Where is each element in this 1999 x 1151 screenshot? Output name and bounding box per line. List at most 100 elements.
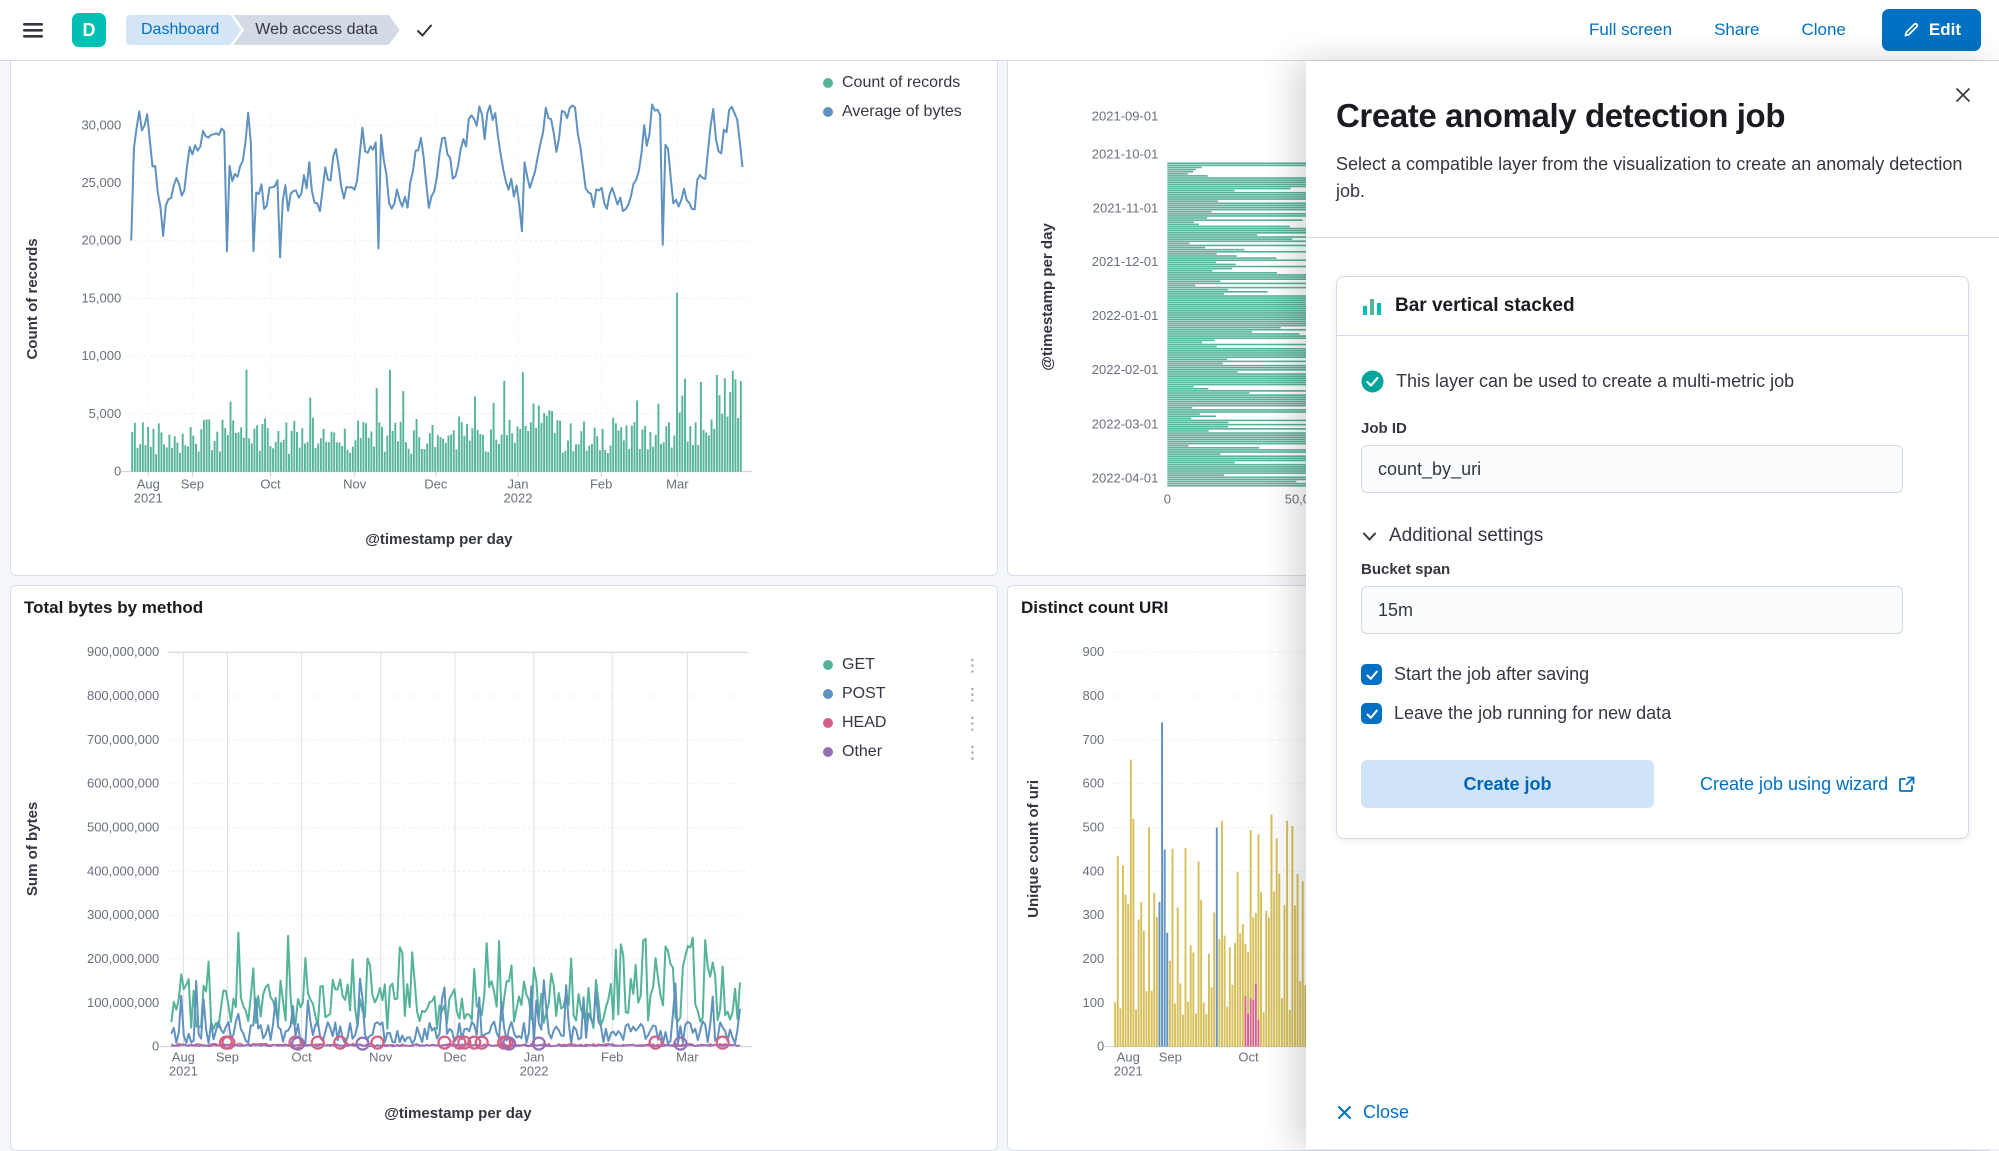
svg-text:2022: 2022 [520, 1064, 549, 1079]
svg-text:2022-04-01: 2022-04-01 [1092, 471, 1159, 486]
svg-text:@timestamp per day: @timestamp per day [365, 531, 513, 548]
legend-dot [823, 107, 833, 117]
legend-label: HEAD [842, 714, 886, 732]
svg-text:0: 0 [1097, 1039, 1104, 1054]
menu-hamburger-button[interactable] [20, 17, 46, 43]
svg-text:Oct: Oct [1238, 1050, 1259, 1065]
svg-text:Unique count of uri: Unique count of uri [1025, 780, 1042, 918]
legend-actions-icon[interactable]: ⋮ [964, 715, 981, 732]
legend-label: Count of records [842, 74, 960, 92]
svg-text:200,000,000: 200,000,000 [87, 951, 159, 966]
svg-text:2021: 2021 [134, 491, 163, 506]
legend-dot [823, 660, 833, 670]
compatibility-row: This layer can be used to create a multi… [1361, 368, 1944, 394]
svg-text:100,000,000: 100,000,000 [87, 995, 159, 1010]
svg-text:2022-02-01: 2022-02-01 [1092, 362, 1159, 377]
pencil-icon [1902, 21, 1920, 39]
flyout-close-x-button[interactable] [1953, 85, 1973, 105]
job-id-input[interactable] [1361, 445, 1903, 493]
svg-text:Mar: Mar [666, 477, 689, 492]
flyout-close-label: Close [1363, 1102, 1409, 1123]
layer-title: Bar vertical stacked [1395, 295, 1575, 317]
panel-records-and-bytes: 30,00025,00020,00015,00010,0005,0000Aug2… [10, 45, 998, 576]
checkbox-leave-job-running[interactable]: Leave the job running for new data [1361, 703, 1944, 724]
layer-card: Bar vertical stacked This layer can be u… [1336, 276, 1969, 839]
records-chart-legend: Count of records Average of bytes [823, 74, 962, 121]
chevron-down-icon [1361, 528, 1378, 545]
svg-text:5,000: 5,000 [89, 406, 122, 421]
job-id-label: Job ID [1361, 420, 1944, 437]
svg-text:Count of records: Count of records [24, 238, 41, 359]
bytes-chart-legend: GET⋮ POST⋮ HEAD ⋮ Other ⋮ [823, 656, 981, 761]
share-link[interactable]: Share [1714, 20, 1759, 40]
bucket-span-label: Bucket span [1361, 561, 1944, 578]
legend-label: Other [842, 743, 882, 761]
svg-text:@timestamp per day: @timestamp per day [1039, 223, 1056, 371]
svg-text:Feb: Feb [601, 1050, 623, 1065]
svg-text:300: 300 [1082, 907, 1104, 922]
create-job-wizard-link[interactable]: Create job using wizard [1700, 774, 1916, 795]
svg-text:700,000,000: 700,000,000 [87, 732, 159, 747]
svg-text:2022-03-01: 2022-03-01 [1092, 416, 1159, 431]
svg-text:2021: 2021 [1114, 1064, 1143, 1079]
bar-chart-icon [1361, 295, 1383, 317]
svg-text:Sep: Sep [1159, 1050, 1182, 1065]
svg-text:Mar: Mar [676, 1050, 699, 1065]
svg-text:Feb: Feb [590, 477, 612, 492]
panel-title: Distinct count URI [1021, 598, 1168, 618]
svg-text:400,000,000: 400,000,000 [87, 863, 159, 878]
svg-text:2021-09-01: 2021-09-01 [1092, 108, 1159, 123]
checkbox-start-job-after-saving[interactable]: Start the job after saving [1361, 664, 1944, 685]
breadcrumb-dashboard[interactable]: Dashboard [126, 15, 241, 45]
external-link-icon [1897, 775, 1916, 794]
svg-text:25,000: 25,000 [81, 175, 121, 190]
clone-link[interactable]: Clone [1801, 20, 1845, 40]
records-and-bytes-chart[interactable]: 30,00025,00020,00015,00010,0005,0000Aug2… [11, 46, 997, 575]
panel-title: Total bytes by method [24, 598, 203, 618]
svg-text:Dec: Dec [443, 1050, 467, 1065]
svg-text:500: 500 [1082, 820, 1104, 835]
checkbox-checked-icon[interactable] [1361, 664, 1382, 685]
svg-text:500,000,000: 500,000,000 [87, 820, 159, 835]
svg-text:Aug: Aug [1117, 1050, 1140, 1065]
svg-text:Sep: Sep [181, 477, 204, 492]
close-icon [1336, 1104, 1353, 1121]
svg-text:Oct: Oct [291, 1050, 312, 1065]
create-job-button[interactable]: Create job [1361, 760, 1654, 808]
flyout-close-button[interactable]: Close [1336, 1102, 1409, 1123]
breadcrumb-current-page[interactable]: Web access data [233, 15, 399, 45]
legend-dot [823, 78, 833, 88]
legend-label: Average of bytes [842, 103, 962, 121]
legend-item-post[interactable]: POST⋮ [823, 685, 981, 703]
svg-text:900,000,000: 900,000,000 [87, 644, 159, 659]
svg-text:30,000: 30,000 [81, 117, 121, 132]
legend-actions-icon[interactable]: ⋮ [964, 657, 981, 674]
layer-card-header: Bar vertical stacked [1337, 277, 1968, 336]
additional-settings-accordion[interactable]: Additional settings [1361, 523, 1543, 549]
svg-text:2022-01-01: 2022-01-01 [1092, 308, 1159, 323]
dashboard-avatar: D [72, 13, 106, 47]
svg-text:20,000: 20,000 [81, 233, 121, 248]
legend-actions-icon[interactable]: ⋮ [964, 744, 981, 761]
full-screen-link[interactable]: Full screen [1589, 20, 1672, 40]
checkbox-label: Start the job after saving [1394, 664, 1589, 685]
layer-card-body: This layer can be used to create a multi… [1337, 336, 1968, 838]
legend-item-other[interactable]: Other ⋮ [823, 743, 981, 761]
svg-text:300,000,000: 300,000,000 [87, 907, 159, 922]
svg-text:Sep: Sep [216, 1050, 239, 1065]
bucket-span-input[interactable] [1361, 586, 1903, 634]
checkbox-label: Leave the job running for new data [1394, 703, 1671, 724]
legend-item-average-of-bytes[interactable]: Average of bytes [823, 103, 962, 121]
legend-item-count-of-records[interactable]: Count of records [823, 74, 962, 92]
top-navigation-bar: D Dashboard Web access data Full screen … [0, 0, 1999, 61]
wizard-link-label: Create job using wizard [1700, 774, 1888, 795]
svg-text:900: 900 [1082, 644, 1104, 659]
breadcrumb: Dashboard Web access data [126, 15, 400, 45]
svg-text:Dec: Dec [424, 477, 448, 492]
edit-button[interactable]: Edit [1882, 9, 1981, 51]
legend-item-head[interactable]: HEAD ⋮ [823, 714, 981, 732]
legend-actions-icon[interactable]: ⋮ [964, 686, 981, 703]
legend-item-get[interactable]: GET⋮ [823, 656, 981, 674]
svg-text:Jan: Jan [524, 1050, 545, 1065]
checkbox-checked-icon[interactable] [1361, 703, 1382, 724]
